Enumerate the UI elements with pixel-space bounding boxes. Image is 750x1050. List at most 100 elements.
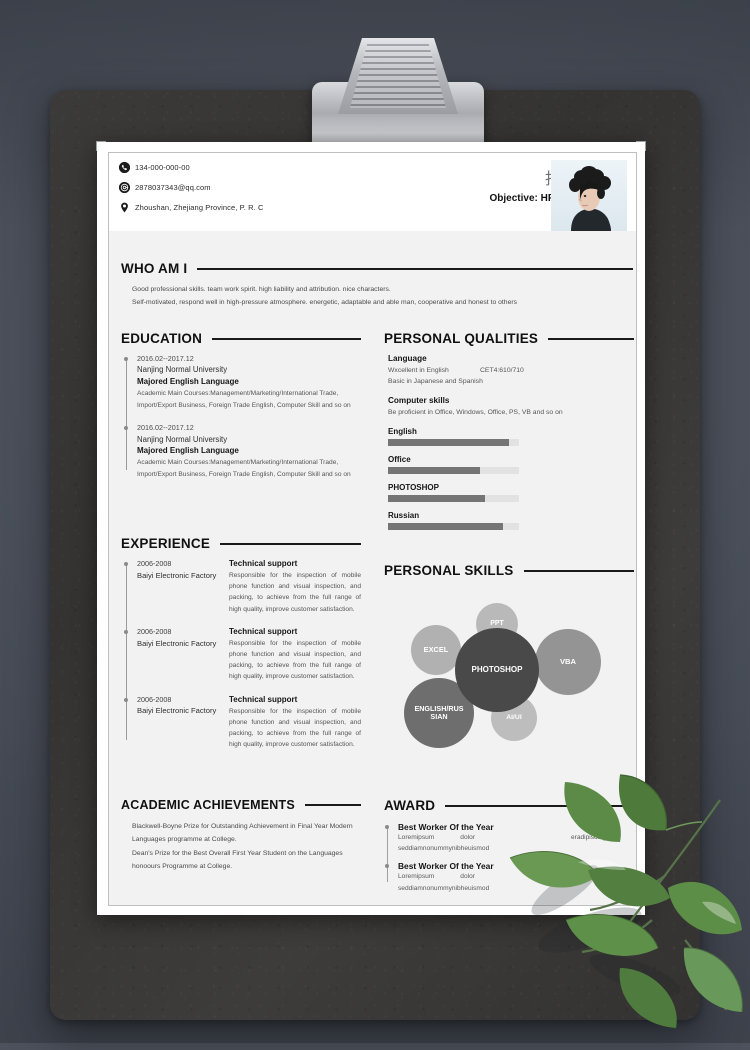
skill-bar-label: English	[388, 426, 417, 436]
contact-phone: 134-000-000-00	[119, 162, 264, 173]
experience-date: 2006-2008	[137, 559, 172, 568]
resume-paper: 134-000-000-00 2878037343@qq.com Zhousha…	[96, 141, 646, 915]
timeline-dot-icon	[124, 426, 128, 431]
timeline-dot-icon	[385, 864, 389, 869]
computer-skills-text: Be proficient in Office, Windows, Office…	[388, 408, 563, 416]
award-text-c: eradipiscing	[570, 873, 607, 881]
award-text-a: Loremipsum	[398, 873, 435, 881]
section-rule	[220, 542, 361, 545]
who-am-i-body: Good professional skills. team work spir…	[121, 284, 633, 309]
experience-description: Responsible for the inspection of mobile…	[229, 572, 361, 613]
experience-meta: 2006-2008 Baiyi Electronic Factory	[137, 627, 229, 683]
contact-list: 134-000-000-00 2878037343@qq.com Zhousha…	[119, 162, 264, 222]
award-heading: Best Worker Of the Year	[398, 861, 494, 872]
skill-bar-track	[388, 522, 519, 530]
experience-detail: Technical support Responsible for the in…	[229, 559, 361, 615]
award-text-b: dolor	[460, 873, 475, 881]
award-line-1: Loremipsum dolor eradipiscing	[398, 871, 634, 882]
timeline-dot-icon	[385, 825, 389, 829]
qualities-body: Language Wxcellent in English CET4:610/7…	[384, 354, 634, 530]
skill-bubble-chart: PPT AI/UI EXCEL ENGLISH/RUS SIAN VBA PHOTOSHO…	[384, 588, 634, 753]
award-text-c: eradipiscingelit,	[570, 834, 617, 841]
timeline-dot-icon	[124, 357, 128, 361]
experience-description: Responsible for the inspection of mobile…	[229, 707, 361, 749]
contact-location-text: Zhoushan, Zhejiang Province, P. R. C	[135, 203, 264, 212]
section-rule	[445, 804, 634, 807]
skill-bubble: EXCEL	[411, 625, 461, 675]
award-heading: Best Worker Of the Year	[398, 822, 494, 832]
experience-timeline: 2006-2008 Baiyi Electronic Factory Techn…	[121, 559, 361, 750]
skill-bar-track	[388, 438, 519, 446]
experience-meta: 2006-2008 Baiyi Electronic Factory	[137, 695, 229, 751]
who-am-i-line-2: Self-motivated, respond well in high-pre…	[132, 298, 518, 306]
skill-bar-track	[388, 494, 519, 502]
section-rule	[212, 337, 361, 340]
education-date: 2016.02--2017.12	[137, 423, 194, 433]
award-text-a: Loremipsum	[398, 834, 435, 841]
section-award: AWARD Best Worker Of the Year Loremipsum…	[384, 798, 634, 901]
experience-date: 2006-2008	[137, 626, 172, 636]
skill-bar-chart: English Office PHOTOSHOP Russian	[388, 427, 634, 530]
skill-bar-fill	[388, 522, 504, 530]
section-personal-qualities: PERSONAL QUALITIES Language Wxcellent in…	[384, 331, 634, 539]
language-skill: Wxcellent in English	[388, 367, 449, 374]
skill-bar-track	[388, 466, 519, 474]
timeline-dot-icon	[124, 697, 128, 702]
education-item: 2016.02--2017.12 Nanjing Normal Universi…	[124, 354, 361, 411]
profile-photo	[551, 160, 627, 231]
experience-company: Baiyi Electronic Factory	[137, 706, 217, 716]
award-list: Best Worker Of the Year Loremipsum dolor e…	[384, 822, 634, 894]
award-line-1: Loremipsum dolor eradipiscingelit,	[398, 832, 634, 843]
skill-bar-label: Russian	[388, 510, 420, 520]
education-description: Academic Main Courses:Management/Marketi…	[137, 459, 351, 478]
computer-skills-heading: Computer skills	[388, 395, 450, 405]
skill-bar-fill	[388, 466, 480, 474]
section-title-academic: ACADEMIC ACHIEVEMENTS	[121, 798, 361, 812]
award-item: Best Worker Of the Year Loremipsum dolor e…	[385, 822, 634, 854]
location-pin-icon	[119, 202, 130, 213]
contact-email: 2878037343@qq.com	[119, 182, 264, 193]
section-title-experience: EXPERIENCE	[121, 536, 361, 551]
section-experience: EXPERIENCE 2006-2008 Baiyi Electronic Fa…	[121, 536, 361, 750]
section-education: EDUCATION 2016.02--2017.12 Nanjing Norma…	[121, 331, 361, 480]
experience-item: 2006-2008 Baiyi Electronic Factory Techn…	[124, 694, 361, 751]
language-score: CET4:610/710	[480, 367, 524, 374]
skill-bubble-label: EXCEL	[423, 644, 449, 654]
section-rule	[548, 337, 634, 340]
section-title-text: PERSONAL QUALITIES	[384, 331, 539, 346]
skill-bubble-label: AI/UI	[506, 714, 522, 722]
language-secondary: Basic in Japanese and Spanish	[388, 377, 483, 385]
award-item: Best Worker Of the Year Loremipsum dolor e…	[385, 861, 634, 893]
section-title-text: WHO AM I	[121, 261, 188, 276]
resume-header: 134-000-000-00 2878037343@qq.com Zhousha…	[109, 153, 636, 231]
section-title-text: ACADEMIC ACHIEVEMENTS	[121, 798, 295, 812]
education-date: 2016.02--2017.12	[137, 354, 194, 363]
academic-line-2: Dean's Prize for the Best Overall First …	[132, 849, 343, 870]
paper-corner-top-left	[96, 141, 106, 151]
timeline-dot-icon	[124, 629, 128, 634]
skill-bar-label: Office	[388, 454, 411, 464]
experience-date: 2006-2008	[137, 694, 172, 704]
section-title-text: AWARD	[384, 798, 436, 813]
language-heading: Language	[388, 354, 427, 363]
experience-item: 2006-2008 Baiyi Electronic Factory Techn…	[124, 559, 361, 615]
skill-bar-label: PHOTOSHOP	[388, 482, 439, 492]
experience-role: Technical support	[229, 694, 298, 704]
education-school: Nanjing Normal University	[137, 434, 228, 444]
education-major: Majored English Language	[137, 446, 239, 456]
section-who-am-i: WHO AM I Good professional skills. team …	[121, 261, 633, 309]
screenshot-stage: 134-000-000-00 2878037343@qq.com Zhousha…	[0, 0, 750, 1043]
academic-body: Blackwell-Boyne Prize for Outstanding Ac…	[121, 820, 361, 873]
skill-bar-fill	[388, 494, 485, 502]
education-description: Academic Main Courses:Management/Marketi…	[137, 390, 351, 409]
section-title-text: PERSONAL SKILLS	[384, 563, 514, 578]
who-am-i-line-1: Good professional skills. team work spir…	[132, 286, 391, 293]
skill-bubble: PHOTOSHOP	[455, 628, 539, 712]
section-title-text: EXPERIENCE	[121, 536, 211, 551]
experience-company: Baiyi Electronic Factory	[137, 570, 217, 580]
email-icon	[119, 182, 130, 193]
education-timeline: 2016.02--2017.12 Nanjing Normal Universi…	[121, 354, 361, 480]
skill-bubble-label: ENGLISH/RUS SIAN	[414, 703, 464, 721]
skill-bar-fill	[388, 438, 509, 446]
skill-bubble-label: PHOTOSHOP	[471, 665, 523, 675]
